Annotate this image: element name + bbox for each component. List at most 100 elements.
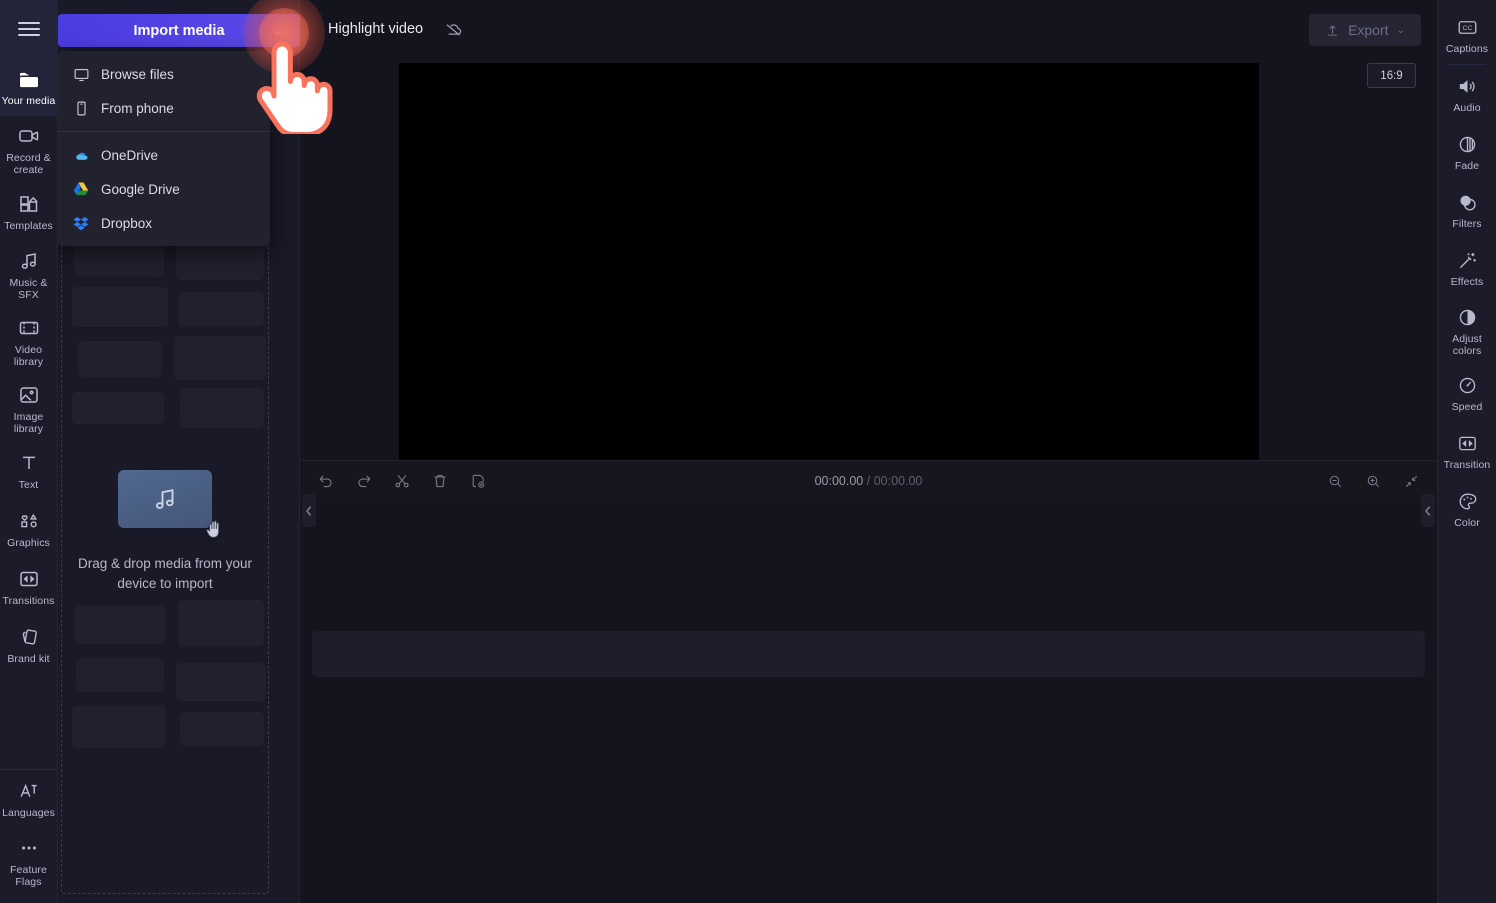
music-note-icon [17, 249, 41, 273]
sidebar-item-image-library[interactable]: Image library [0, 375, 58, 442]
sidebar-item-label: Text [19, 480, 39, 492]
shapes-icon [17, 509, 41, 533]
dropdown-item-label: Browse files [101, 67, 174, 82]
svg-text:CC: CC [1462, 25, 1472, 32]
duplicate-button[interactable] [464, 467, 492, 495]
timeline-zoom-controls [1321, 467, 1425, 495]
image-icon [17, 383, 41, 407]
export-label: Export [1348, 22, 1388, 38]
sidebar-item-feature-flags[interactable]: Feature Flags [0, 828, 58, 895]
transition-icon [17, 567, 41, 591]
sidebar-item-label: Transitions [2, 596, 54, 608]
import-media-label: Import media [133, 23, 224, 39]
property-item-adjust-colors[interactable]: Adjust colors [1438, 297, 1496, 364]
dropdown-item-from-phone[interactable]: From phone [58, 91, 270, 125]
property-item-captions[interactable]: CC Captions [1438, 6, 1496, 64]
sidebar-item-templates[interactable]: Templates [0, 183, 58, 241]
sidebar-item-label: Record & create [2, 153, 56, 176]
property-item-color[interactable]: Color [1438, 480, 1496, 538]
current-time: 00:00.00 [815, 474, 864, 488]
dropdown-item-browse-files[interactable]: Browse files [58, 57, 270, 91]
sidebar-item-brand-kit[interactable]: Brand kit [0, 616, 58, 674]
film-strip-icon [17, 316, 41, 340]
chevron-down-icon: ⌄ [1397, 25, 1405, 36]
sidebar-item-label: Your media [2, 96, 56, 108]
property-item-label: Color [1454, 518, 1480, 530]
project-title[interactable]: Highlight video [328, 21, 423, 37]
hamburger-icon [18, 22, 40, 36]
chevron-down-icon: ⌄ [273, 24, 282, 37]
folder-icon [17, 67, 41, 91]
sidebar-item-your-media[interactable]: Your media [0, 58, 58, 116]
property-item-speed[interactable]: Speed [1438, 364, 1496, 422]
split-button[interactable] [388, 467, 416, 495]
timeline-body[interactable] [300, 502, 1437, 903]
dropdown-item-label: From phone [101, 101, 174, 116]
dropdown-item-onedrive[interactable]: OneDrive [58, 138, 270, 172]
undo-button[interactable] [312, 467, 340, 495]
zoom-in-button[interactable] [1359, 467, 1387, 495]
chevron-left-icon [305, 505, 313, 517]
media-dropzone[interactable]: Drag & drop media from your device to im… [61, 229, 269, 894]
sidebar-item-text[interactable]: Text [0, 442, 58, 500]
left-sidebar: Your media Record & create Templates Mus… [0, 0, 58, 903]
aspect-ratio-badge[interactable]: 16:9 [1367, 63, 1416, 88]
collapse-left-panel-button[interactable] [302, 494, 316, 527]
sidebar-item-music-sfx[interactable]: Music & SFX [0, 241, 58, 308]
palette-icon [1456, 489, 1479, 513]
preview-area: 16:9 5 [300, 58, 1437, 460]
magic-wand-icon [1456, 248, 1479, 272]
property-item-label: Transition [1444, 460, 1491, 472]
grab-hand-icon [202, 516, 228, 542]
fade-icon [1456, 132, 1479, 156]
export-button[interactable]: Export ⌄ [1309, 14, 1421, 46]
fit-to-screen-button[interactable] [1397, 467, 1425, 495]
sidebar-item-video-library[interactable]: Video library [0, 308, 58, 375]
total-time: 00:00.00 [874, 474, 923, 488]
dropzone-text: Drag & drop media from your device to im… [76, 554, 254, 594]
zoom-out-button[interactable] [1321, 467, 1349, 495]
phone-icon [72, 99, 90, 117]
sidebar-item-transitions[interactable]: Transitions [0, 558, 58, 616]
sidebar-item-label: Templates [4, 221, 53, 233]
collapse-right-panel-button[interactable] [1421, 494, 1435, 527]
property-item-fade[interactable]: Fade [1438, 123, 1496, 181]
video-camera-icon [17, 124, 41, 148]
timeline-track-empty[interactable] [312, 631, 1425, 677]
property-item-label: Speed [1452, 402, 1483, 414]
timeline-toolbar: 00:00.00 / 00:00.00 [300, 460, 1437, 502]
editor-root: Your media Record & create Templates Mus… [0, 0, 1496, 903]
monitor-icon [72, 65, 90, 83]
dropdown-divider [58, 131, 270, 132]
contrast-icon [1456, 305, 1479, 329]
delete-button[interactable] [426, 467, 454, 495]
dropdown-item-google-drive[interactable]: Google Drive [58, 172, 270, 206]
dropdown-item-dropbox[interactable]: Dropbox [58, 206, 270, 240]
property-item-effects[interactable]: Effects [1438, 239, 1496, 297]
cloud-off-icon[interactable] [443, 19, 464, 40]
music-note-icon [150, 484, 180, 514]
property-item-transition[interactable]: Transition [1438, 422, 1496, 480]
sidebar-item-graphics[interactable]: Graphics [0, 500, 58, 558]
dropzone-card [118, 470, 212, 528]
property-item-filters[interactable]: Filters [1438, 181, 1496, 239]
sidebar-item-label: Video library [2, 345, 56, 368]
sidebar-item-languages[interactable]: Languages [0, 770, 58, 828]
redo-button[interactable] [350, 467, 378, 495]
property-item-label: Adjust colors [1440, 334, 1494, 357]
time-separator: / [867, 474, 870, 488]
property-item-audio[interactable]: Audio [1438, 65, 1496, 123]
property-item-label: Filters [1452, 219, 1481, 231]
upload-icon [1325, 23, 1340, 38]
dropdown-item-label: Google Drive [101, 182, 180, 197]
sidebar-item-label: Music & SFX [2, 278, 56, 301]
sidebar-item-record-create[interactable]: Record & create [0, 116, 58, 183]
import-media-button[interactable]: Import media ⌄ [58, 14, 300, 47]
hamburger-menu-button[interactable] [0, 0, 58, 58]
transition-icon [1456, 431, 1479, 455]
right-sidebar: CC Captions Audio Fade Filters [1437, 0, 1496, 903]
property-item-label: Fade [1455, 161, 1479, 173]
sidebar-item-label: Brand kit [7, 654, 49, 666]
ellipsis-icon [17, 836, 41, 860]
chevron-left-icon [1424, 505, 1432, 517]
